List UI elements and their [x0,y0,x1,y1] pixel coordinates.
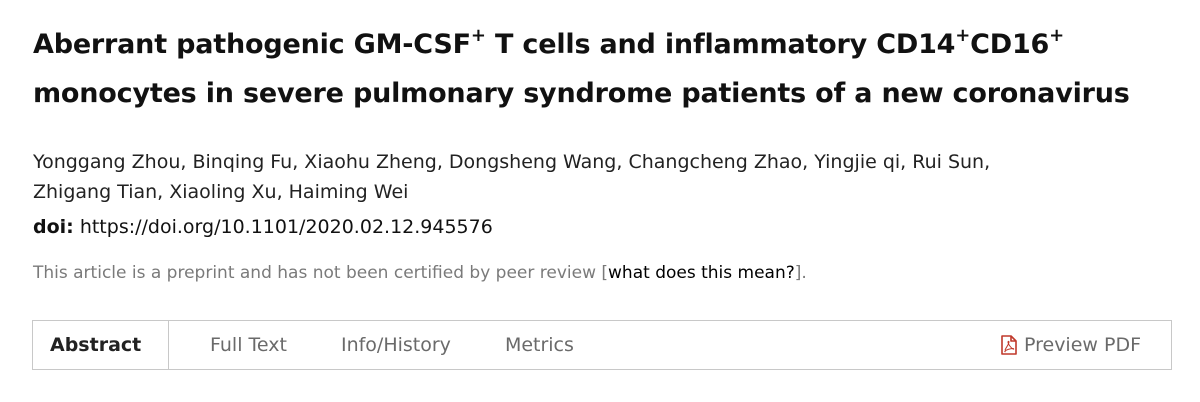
article-tabs: Abstract Full Text Info/History Metrics … [32,320,1172,370]
doi-link[interactable]: https://doi.org/10.1101/2020.02.12.94557… [80,216,493,238]
preview-pdf-button[interactable]: Preview PDF [1000,321,1171,369]
tab-full-text[interactable]: Full Text [210,321,287,369]
doi-label: doi: [33,216,74,238]
title-superscript-1: + [470,25,486,46]
title-text-part2: T cells and inflammatory CD14 [485,29,956,60]
doi-row: doi: https://doi.org/10.1101/2020.02.12.… [33,212,493,242]
tab-spacer [587,321,1000,369]
article-title: Aberrant pathogenic GM-CSF+ T cells and … [33,20,1173,118]
title-text-part3: CD16 [970,29,1050,60]
preview-pdf-label: Preview PDF [1023,334,1141,356]
title-text-part4: monocytes in severe pulmonary syndrome p… [33,78,1130,109]
tab-metrics[interactable]: Metrics [505,321,574,369]
pdf-file-icon [1000,335,1018,355]
title-superscript-3: + [1049,25,1065,46]
bracket-close: ]. [794,263,807,283]
what-does-this-mean-link[interactable]: what does this mean? [608,263,795,283]
authors-line-2: Zhigang Tian, Xiaoling Xu, Haiming Wei [33,181,409,203]
tab-info-history[interactable]: Info/History [341,321,451,369]
authors-line-1: Yonggang Zhou, Binqing Fu, Xiaohu Zheng,… [33,151,991,173]
preprint-notice: This article is a preprint and has not b… [33,258,807,288]
title-superscript-2: + [955,25,971,46]
preprint-notice-text: This article is a preprint and has not b… [33,263,602,283]
tab-abstract[interactable]: Abstract [33,321,169,369]
author-list: Yonggang Zhou, Binqing Fu, Xiaohu Zheng,… [33,147,1173,207]
title-text-part1: Aberrant pathogenic GM-CSF [33,29,471,60]
